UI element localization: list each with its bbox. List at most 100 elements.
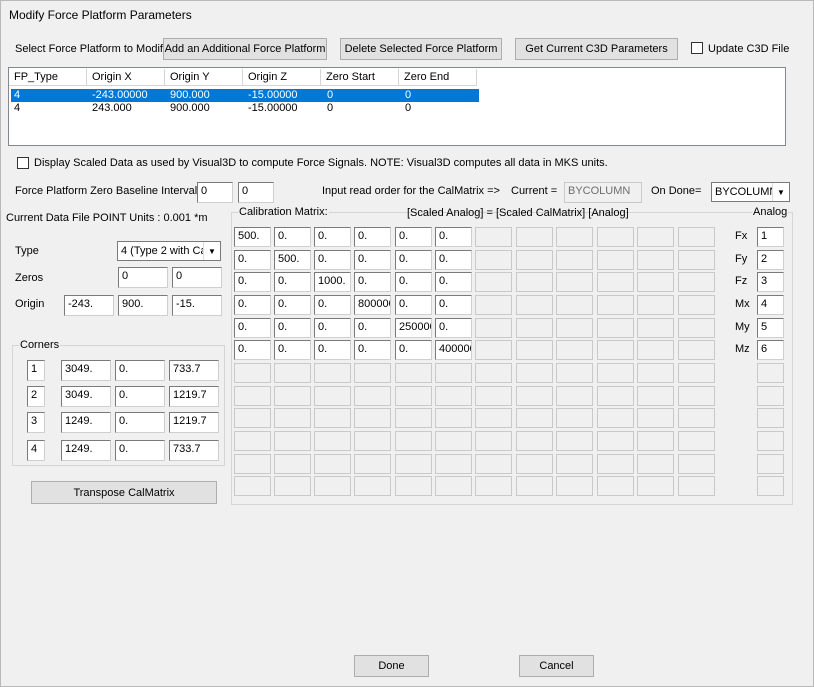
calmatrix-cell[interactable]: 0. <box>435 227 472 247</box>
calmatrix-cell-disabled <box>597 454 634 474</box>
read-order-label: Input read order for the CalMatrix => <box>322 185 500 197</box>
analog-channel-field[interactable]: 4 <box>757 295 784 315</box>
analog-channel-field[interactable]: 3 <box>757 272 784 292</box>
calmatrix-cell[interactable]: 0. <box>234 318 271 338</box>
zeros-field-1[interactable]: 0 <box>118 267 168 288</box>
list-item[interactable]: 4 243.000 900.000 -15.00000 0 0 <box>11 102 479 115</box>
corner-index-field[interactable]: 2 <box>27 386 45 407</box>
corner-z-field[interactable]: 1219.7 <box>169 412 219 433</box>
column-header-fp-type[interactable]: FP_Type <box>9 69 87 86</box>
corner-y-field[interactable]: 0. <box>115 360 165 381</box>
list-item[interactable]: 4 -243.00000 900.000 -15.00000 0 0 <box>11 89 479 102</box>
origin-z-field[interactable]: -15. <box>172 295 222 316</box>
calmatrix-cell-disabled <box>274 476 311 496</box>
calmatrix-cell[interactable]: 0. <box>435 318 472 338</box>
analog-channel-field[interactable]: 5 <box>757 318 784 338</box>
corner-y-field[interactable]: 0. <box>115 386 165 407</box>
calmatrix-cell-disabled <box>597 431 634 451</box>
corner-index-field[interactable]: 4 <box>27 440 45 461</box>
calmatrix-cell[interactable]: 0. <box>274 295 311 315</box>
calmatrix-cell-disabled <box>475 340 512 360</box>
calmatrix-cell[interactable]: 0. <box>314 318 351 338</box>
chevron-down-icon[interactable]: ▼ <box>203 242 220 260</box>
platform-list[interactable]: FP_Type Origin X Origin Y Origin Z Zero … <box>8 67 786 146</box>
calmatrix-cell[interactable]: 0. <box>274 318 311 338</box>
corner-x-field[interactable]: 3049. <box>61 386 111 407</box>
display-scaled-checkbox[interactable] <box>17 157 29 169</box>
corner-x-field[interactable]: 3049. <box>61 360 111 381</box>
corner-z-field[interactable]: 733.7 <box>169 360 219 381</box>
calmatrix-cell[interactable]: 0. <box>354 250 391 270</box>
column-header-origin-x[interactable]: Origin X <box>87 69 165 86</box>
calmatrix-cell[interactable]: 0. <box>274 340 311 360</box>
calmatrix-cell[interactable]: 0. <box>314 295 351 315</box>
calmatrix-cell-disabled <box>475 476 512 496</box>
add-platform-button[interactable]: Add an Additional Force Platform <box>163 38 327 60</box>
calmatrix-cell[interactable]: 0. <box>274 272 311 292</box>
corner-x-field[interactable]: 1249. <box>61 412 111 433</box>
calmatrix-cell-disabled <box>234 408 271 428</box>
calmatrix-cell[interactable]: 0. <box>234 295 271 315</box>
calmatrix-cell[interactable]: 0. <box>395 340 432 360</box>
analog-channel-field[interactable]: 6 <box>757 340 784 360</box>
transpose-calmatrix-button[interactable]: Transpose CalMatrix <box>31 481 217 504</box>
chevron-down-icon[interactable]: ▼ <box>772 183 789 201</box>
origin-y-field[interactable]: 900. <box>118 295 168 316</box>
calmatrix-cell[interactable]: 0. <box>395 250 432 270</box>
corner-z-field[interactable]: 733.7 <box>169 440 219 461</box>
calmatrix-cell[interactable]: 400000 <box>435 340 472 360</box>
cancel-button[interactable]: Cancel <box>519 655 594 677</box>
get-c3d-parameters-button[interactable]: Get Current C3D Parameters <box>515 38 678 60</box>
column-header-origin-y[interactable]: Origin Y <box>165 69 243 86</box>
calmatrix-cell-disabled <box>475 227 512 247</box>
calmatrix-cell[interactable]: 0. <box>395 227 432 247</box>
calmatrix-cell[interactable]: 500. <box>274 250 311 270</box>
type-select[interactable]: 4 (Type 2 with Cal ▼ <box>117 241 221 261</box>
calmatrix-cell-disabled <box>556 272 593 292</box>
update-c3d-checkbox[interactable] <box>691 42 703 54</box>
calmatrix-cell[interactable]: 0. <box>395 272 432 292</box>
calmatrix-cell-disabled <box>516 386 553 406</box>
calmatrix-cell[interactable]: 0. <box>435 272 472 292</box>
calmatrix-cell[interactable]: 1000. <box>314 272 351 292</box>
calmatrix-cell[interactable]: 0. <box>354 272 391 292</box>
zeros-field-2[interactable]: 0 <box>172 267 222 288</box>
calmatrix-cell[interactable]: 0. <box>354 318 391 338</box>
calmatrix-cell[interactable]: 0. <box>274 227 311 247</box>
calmatrix-cell[interactable]: 0. <box>234 340 271 360</box>
corner-y-field[interactable]: 0. <box>115 412 165 433</box>
corner-z-field[interactable]: 1219.7 <box>169 386 219 407</box>
calmatrix-cell-disabled <box>234 363 271 383</box>
calmatrix-cell[interactable]: 250000 <box>395 318 432 338</box>
analog-channel-field-disabled <box>757 408 784 428</box>
done-button[interactable]: Done <box>354 655 429 677</box>
corner-index-field[interactable]: 3 <box>27 412 45 433</box>
calmatrix-cell[interactable]: 0. <box>314 227 351 247</box>
calmatrix-cell[interactable]: 0. <box>354 227 391 247</box>
on-done-label: On Done= <box>651 185 702 197</box>
corner-y-field[interactable]: 0. <box>115 440 165 461</box>
calmatrix-cell[interactable]: 0. <box>435 250 472 270</box>
corner-x-field[interactable]: 1249. <box>61 440 111 461</box>
calmatrix-cell[interactable]: 0. <box>234 272 271 292</box>
origin-x-field[interactable]: -243. <box>64 295 114 316</box>
calmatrix-cell[interactable]: 800000 <box>354 295 391 315</box>
calmatrix-cell[interactable]: 0. <box>234 250 271 270</box>
calmatrix-cell[interactable]: 500. <box>234 227 271 247</box>
zero-baseline-end-field[interactable]: 0 <box>238 182 274 203</box>
calmatrix-cell-disabled <box>435 408 472 428</box>
zero-baseline-start-field[interactable]: 0 <box>197 182 233 203</box>
calmatrix-cell[interactable]: 0. <box>354 340 391 360</box>
analog-channel-field[interactable]: 2 <box>757 250 784 270</box>
column-header-zero-end[interactable]: Zero End <box>399 69 477 86</box>
delete-platform-button[interactable]: Delete Selected Force Platform <box>340 38 502 60</box>
calmatrix-cell[interactable]: 0. <box>314 250 351 270</box>
on-done-select[interactable]: BYCOLUMN ▼ <box>711 182 790 202</box>
analog-channel-field[interactable]: 1 <box>757 227 784 247</box>
column-header-origin-z[interactable]: Origin Z <box>243 69 321 86</box>
column-header-zero-start[interactable]: Zero Start <box>321 69 399 86</box>
corner-index-field[interactable]: 1 <box>27 360 45 381</box>
calmatrix-cell[interactable]: 0. <box>314 340 351 360</box>
calmatrix-cell[interactable]: 0. <box>435 295 472 315</box>
calmatrix-cell[interactable]: 0. <box>395 295 432 315</box>
